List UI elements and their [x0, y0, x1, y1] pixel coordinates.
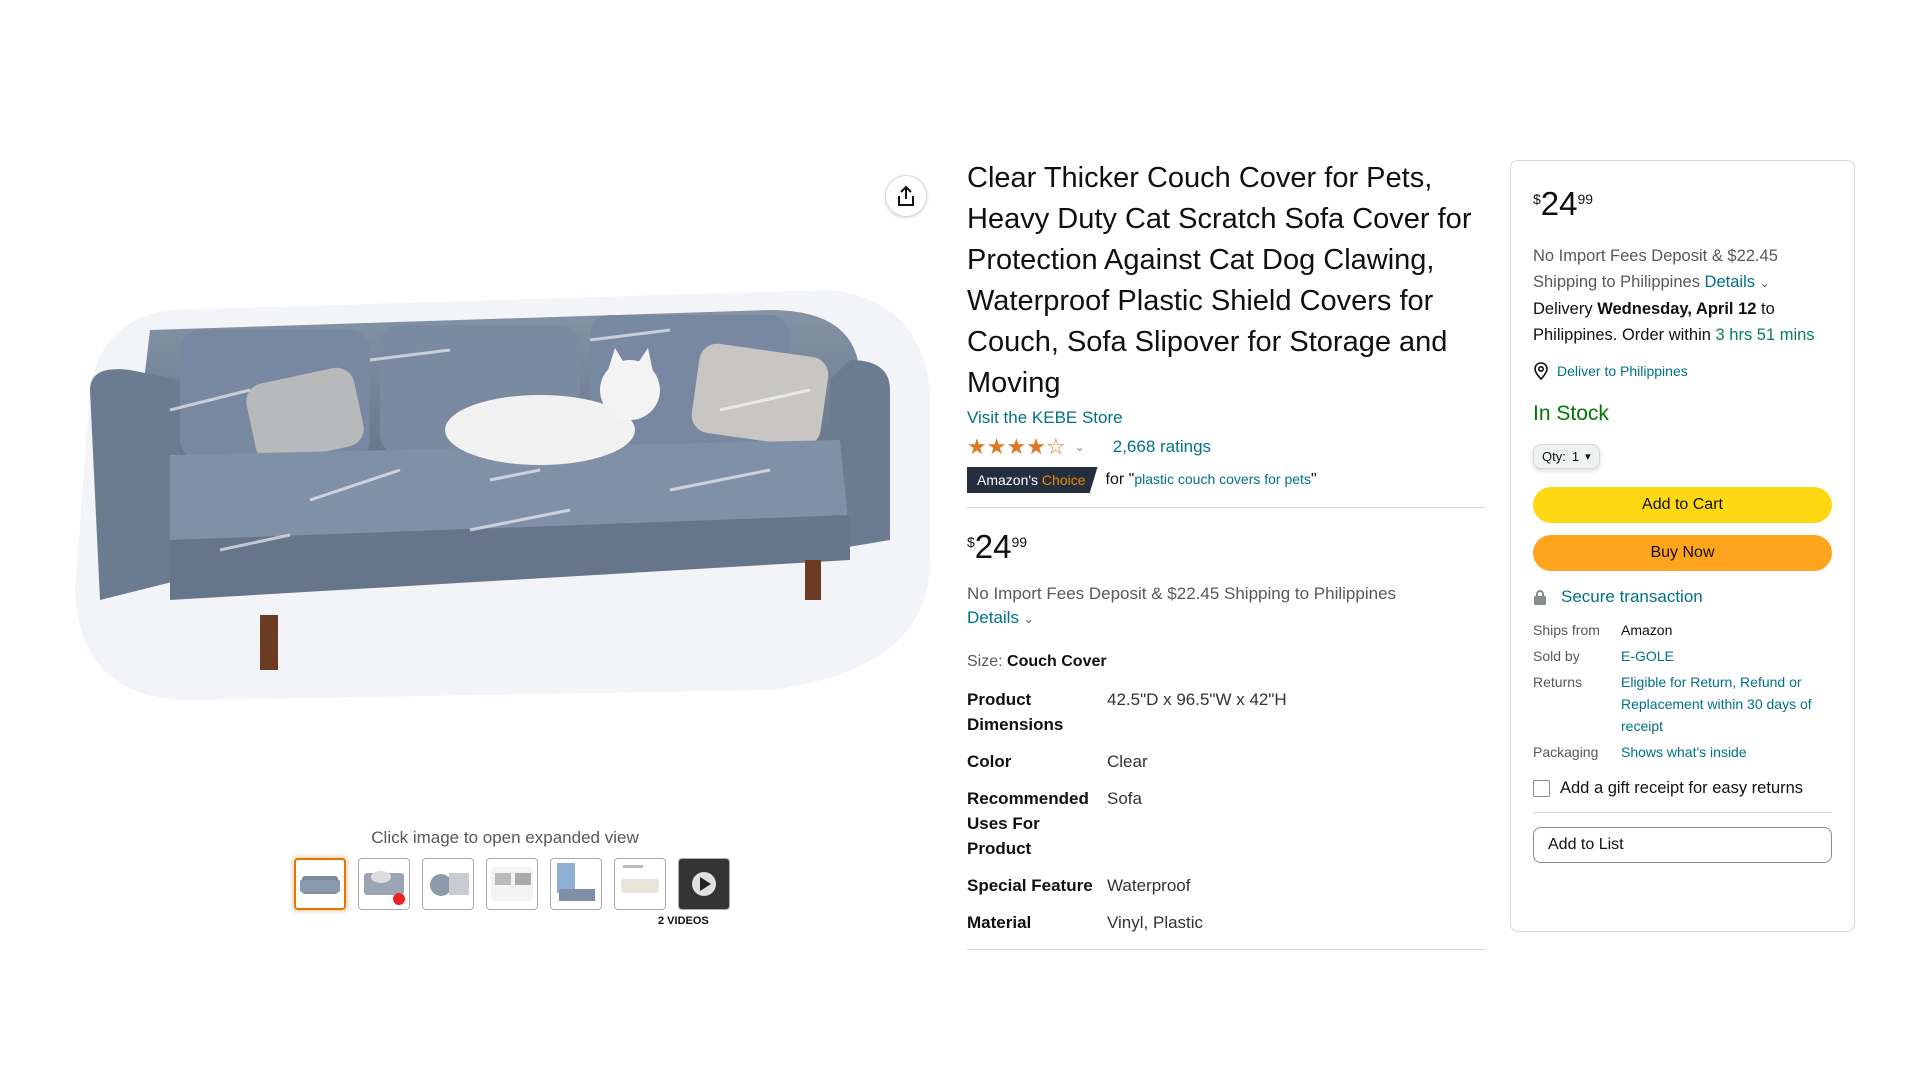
- main-product-image[interactable]: [70, 270, 940, 710]
- rating-row: ★ ★ ★ ★ ☆ ⌄ 2,668 ratings: [967, 434, 1485, 460]
- details-link[interactable]: Details ⌄: [967, 608, 1034, 627]
- star-rating[interactable]: ★ ★ ★ ★ ☆: [967, 434, 1066, 460]
- returns-link[interactable]: Eligible for Return, Refund or Replaceme…: [1621, 669, 1832, 739]
- chevron-down-icon: ⌄: [1023, 612, 1034, 626]
- packaging-link[interactable]: Shows what's inside: [1621, 739, 1832, 765]
- spec-row: Color Clear: [967, 752, 1148, 771]
- star-icon: ★: [1026, 434, 1046, 459]
- chevron-down-icon: ▾: [1585, 451, 1591, 463]
- delivery-message: Delivery Wednesday, April 12 to Philippi…: [1533, 300, 1815, 344]
- price: $ 24 99: [967, 528, 1028, 565]
- star-icon: ★: [967, 434, 987, 459]
- deliver-to-link[interactable]: Deliver to Philippines: [1533, 362, 1832, 380]
- spec-row: Special Feature Waterproof: [967, 876, 1191, 895]
- buy-box: $ 24 99 No Import Fees Deposit & $22.45 …: [1510, 160, 1855, 932]
- thumbnail-2[interactable]: [358, 858, 410, 910]
- star-icon: ★: [1006, 434, 1026, 459]
- thumbnail-5[interactable]: [550, 858, 602, 910]
- divider: [967, 949, 1485, 950]
- add-to-list-button[interactable]: Add to List: [1533, 827, 1832, 863]
- lock-icon: [1534, 590, 1546, 605]
- gift-receipt-checkbox[interactable]: [1533, 780, 1550, 797]
- amazons-choice-row: Amazon's Choice for "plastic couch cover…: [967, 467, 1485, 493]
- info-row: Returns Eligible for Return, Refund or Re…: [1533, 669, 1832, 739]
- share-icon: [898, 185, 914, 206]
- buybox-details-link[interactable]: Details ⌄: [1705, 273, 1770, 291]
- thumbnail-strip: [294, 858, 730, 910]
- divider: [1533, 812, 1832, 813]
- seller-link[interactable]: E-GOLE: [1621, 643, 1832, 669]
- thumbnail-4[interactable]: [486, 858, 538, 910]
- choice-query-link[interactable]: plastic couch covers for pets: [1134, 471, 1311, 487]
- import-fees-text: No Import Fees Deposit & $22.45 Shipping…: [967, 584, 1397, 627]
- spec-row: Material Vinyl, Plastic: [967, 913, 1204, 932]
- add-to-cart-button[interactable]: Add to Cart: [1533, 487, 1832, 523]
- product-title: Clear Thicker Couch Cover for Pets, Heav…: [967, 162, 1472, 399]
- stock-status: In Stock: [1533, 402, 1609, 425]
- buybox-import-fees: No Import Fees Deposit & $22.45 Shipping…: [1533, 247, 1778, 291]
- divider: [967, 507, 1485, 508]
- chevron-down-icon: ⌄: [1759, 276, 1770, 290]
- seller-info-table: Ships from Amazon Sold by E-GOLE Returns El…: [1533, 617, 1832, 765]
- share-button[interactable]: [885, 175, 927, 217]
- buy-now-button[interactable]: Buy Now: [1533, 535, 1832, 571]
- spec-table: Product Dimensions 42.5"D x 96.5"W x 42"H…: [967, 681, 1287, 941]
- star-icon: ★: [986, 434, 1007, 459]
- star-outline-icon: ☆: [1045, 434, 1066, 459]
- thumbnail-6[interactable]: [614, 858, 666, 910]
- info-row: Ships from Amazon: [1533, 622, 1673, 638]
- location-pin-icon: [1534, 362, 1548, 380]
- quantity-select[interactable]: Qty: 1 ▾: [1533, 444, 1600, 469]
- expand-view-hint: Click image to open expanded view: [371, 828, 639, 847]
- size-selector: Size: Couch Cover: [967, 653, 1107, 670]
- spec-row: Recommended Uses For Product Sofa: [967, 789, 1142, 858]
- store-link[interactable]: Visit the KEBE Store: [967, 408, 1485, 428]
- amazons-choice-badge: Amazon's Choice: [967, 467, 1098, 493]
- gift-receipt-option[interactable]: Add a gift receipt for easy returns: [1533, 779, 1832, 798]
- thumbnail-3[interactable]: [422, 858, 474, 910]
- chevron-down-icon[interactable]: ⌄: [1075, 440, 1085, 454]
- info-row: Packaging Shows what's inside: [1533, 739, 1832, 765]
- info-row: Sold by E-GOLE: [1533, 643, 1832, 669]
- secure-transaction-link[interactable]: Secure transaction: [1533, 587, 1832, 607]
- thumbnail-1[interactable]: [294, 858, 346, 910]
- thumbnail-video[interactable]: [678, 858, 730, 910]
- buybox-price: $ 24 99: [1533, 185, 1594, 222]
- videos-count-label: 2 VIDEOS: [658, 915, 709, 927]
- rating-count-link[interactable]: 2,668 ratings: [1113, 437, 1211, 457]
- product-details: Clear Thicker Couch Cover for Pets, Heav…: [967, 158, 1485, 950]
- spec-row: Product Dimensions 42.5"D x 96.5"W x 42"H: [967, 690, 1287, 734]
